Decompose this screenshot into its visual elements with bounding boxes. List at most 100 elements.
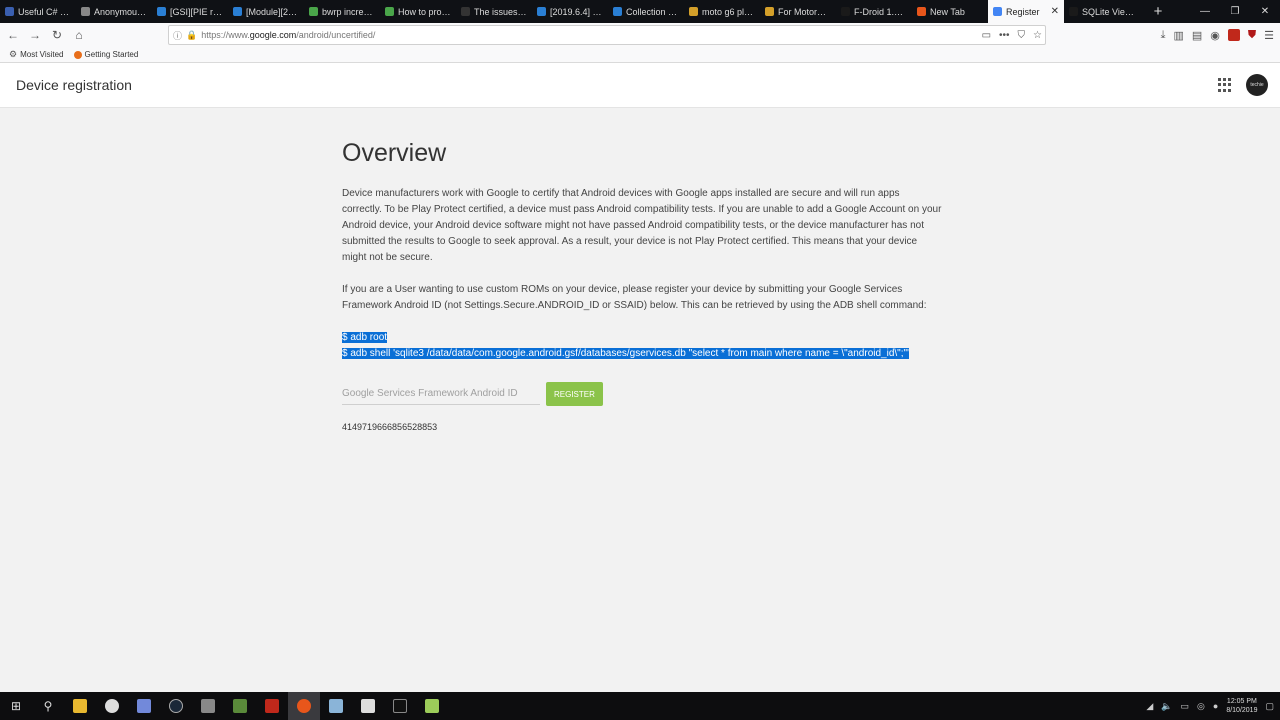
tab-favicon-icon <box>613 7 622 16</box>
tab-favicon-icon <box>689 7 698 16</box>
toolbar-right: ⤓ ▥ ▤ ◉ ⛊ ☰ <box>1161 25 1274 45</box>
main-content: Overview Device manufacturers work with … <box>342 139 942 432</box>
intro-paragraph: Device manufacturers work with Google to… <box>342 188 942 263</box>
browser-tab[interactable]: [GSI][PIE r44] <box>152 0 228 23</box>
tab-close-icon[interactable]: ✕ <box>1051 6 1059 17</box>
tab-favicon-icon <box>765 7 774 16</box>
tab-label: [Module][2019 <box>246 6 299 17</box>
browser-tab[interactable]: bwrp increase <box>304 0 380 23</box>
tab-favicon-icon <box>309 7 318 16</box>
clock[interactable]: 12:05 PM 8/10/2019 <box>1226 697 1257 715</box>
browser-tab[interactable]: The issues are <box>456 0 532 23</box>
ublock-icon[interactable]: ⛊ <box>1248 29 1256 42</box>
tab-favicon-icon <box>917 7 926 16</box>
tab-favicon-icon <box>841 7 850 16</box>
minecraft-icon[interactable] <box>224 692 256 720</box>
filezilla-icon[interactable] <box>256 692 288 720</box>
terminal-icon[interactable] <box>384 692 416 720</box>
start-windows-icon[interactable]: ⊞ <box>0 692 32 720</box>
tab-favicon-icon <box>385 7 394 16</box>
browser-tab[interactable]: Anonymous Fi <box>76 0 152 23</box>
tab-strip: Useful C# to IL2CPP Anonymous Fi [GSI][PIE… <box>0 0 1280 23</box>
tab-label: Anonymous Fi <box>94 6 147 17</box>
network-icon[interactable]: ◢ <box>1146 701 1153 712</box>
reload-icon[interactable]: ↻ <box>46 24 68 46</box>
back-icon[interactable]: ← <box>2 24 24 46</box>
registration-form: REGISTER <box>342 382 942 406</box>
bookmark-most-visited[interactable]: ⚙ Most Visited <box>9 49 64 60</box>
browser-tab[interactable]: New Tab <box>912 0 988 23</box>
firefox-icon <box>73 50 82 59</box>
extension-icon[interactable] <box>1227 29 1240 41</box>
page-actions-icon[interactable]: ••• <box>999 30 1010 41</box>
tab-favicon-icon <box>157 7 166 16</box>
info-icon[interactable]: ⓘ <box>173 29 182 42</box>
apps-grid-icon[interactable] <box>1218 78 1232 92</box>
download-icon[interactable]: ⤓ <box>1161 29 1166 42</box>
volume-icon[interactable]: 🔈 <box>1161 701 1172 712</box>
browser-tab[interactable]: moto g6 play c <box>684 0 760 23</box>
window-controls: — ❐ ✕ <box>1190 0 1280 23</box>
browser-tab[interactable]: Register ✕ <box>988 0 1064 23</box>
notifications-icon[interactable]: ▢ <box>1265 701 1274 712</box>
windows-taskbar: ⊞ ⚲ ◢ 🔈 ▭ ◎ ● 12:05 PM 8/10/2019 ▢ <box>0 692 1280 720</box>
restore-icon[interactable]: ❐ <box>1220 0 1250 23</box>
page-title: Device registration <box>16 77 132 93</box>
tab-label: Collection of M <box>626 6 679 17</box>
address-bar[interactable]: ⓘ 🔒 https://www.google.com/android/uncer… <box>168 25 1046 45</box>
tab-favicon-icon <box>233 7 242 16</box>
tab-label: F-Droid 1.7.1 C <box>854 6 907 17</box>
minimize-icon[interactable]: — <box>1190 0 1220 23</box>
forward-icon[interactable]: → <box>24 24 46 46</box>
tab-label: [2019.6.4] Ma <box>550 6 603 17</box>
bookmark-getting-started[interactable]: Getting Started <box>73 50 138 59</box>
url-actions: ▭ ••• ⛉ ☆ <box>982 25 1042 45</box>
browser-tab[interactable]: For Motorola M <box>760 0 836 23</box>
reader-view-icon[interactable]: ▭ <box>982 30 991 41</box>
avatar[interactable]: techie <box>1246 74 1268 96</box>
bookmark-star-icon[interactable]: ☆ <box>1033 30 1042 41</box>
tab-label: Useful C# to IL2CPP <box>18 6 71 17</box>
close-window-icon[interactable]: ✕ <box>1250 0 1280 23</box>
notepad-icon[interactable] <box>416 692 448 720</box>
tray-app-icon[interactable]: ● <box>1213 701 1218 711</box>
tab-label: For Motorola M <box>778 6 831 17</box>
app-window-icon[interactable] <box>192 692 224 720</box>
steam-icon[interactable] <box>160 692 192 720</box>
browser-tab[interactable]: How to proper <box>380 0 456 23</box>
account-icon[interactable]: ◉ <box>1210 29 1220 42</box>
excel-icon[interactable] <box>352 692 384 720</box>
obs-icon[interactable] <box>96 692 128 720</box>
register-button[interactable]: REGISTER <box>546 382 603 406</box>
tab-label: How to proper <box>398 6 451 17</box>
browser-tab[interactable]: Collection of M <box>608 0 684 23</box>
steam-tray-icon[interactable]: ◎ <box>1197 701 1205 712</box>
firefox-taskbar-icon[interactable] <box>288 692 320 720</box>
library-icon[interactable]: ▥ <box>1173 29 1183 42</box>
discord-icon[interactable] <box>128 692 160 720</box>
new-tab-button[interactable]: + <box>1146 0 1170 23</box>
tool-icon[interactable] <box>320 692 352 720</box>
pocket-icon[interactable]: ⛉ <box>1018 30 1026 41</box>
browser-tab[interactable]: Useful C# to IL2CPP <box>0 0 76 23</box>
web-page: Device registration techie Overview Devi… <box>0 63 1280 692</box>
browser-tab[interactable]: F-Droid 1.7.1 C <box>836 0 912 23</box>
command-line-2: $ adb shell 'sqlite3 /data/data/com.goog… <box>342 348 909 359</box>
sidebar-icon[interactable]: ▤ <box>1192 29 1202 42</box>
registered-android-id: 4149719666856528853 <box>342 422 438 432</box>
browser-tab[interactable]: [2019.6.4] Ma <box>532 0 608 23</box>
home-icon[interactable]: ⌂ <box>68 24 90 46</box>
tab-label: Register <box>1006 6 1040 17</box>
file-explorer-icon[interactable] <box>64 692 96 720</box>
tab-favicon-icon <box>537 7 546 16</box>
command-line-1: $ adb root <box>342 332 388 343</box>
browser-tab[interactable]: SQLite Viewer <box>1064 0 1140 23</box>
menu-icon[interactable]: ☰ <box>1264 29 1274 42</box>
android-id-input[interactable] <box>342 383 540 405</box>
tab-list: Useful C# to IL2CPP Anonymous Fi [GSI][PIE… <box>0 0 1140 23</box>
tab-label: [GSI][PIE r44] <box>170 6 223 17</box>
browser-tab[interactable]: [Module][2019 <box>228 0 304 23</box>
navigation-bar: ← → ↻ ⌂ ⓘ 🔒 https://www.google.com/andro… <box>0 23 1280 47</box>
search-icon[interactable]: ⚲ <box>32 692 64 720</box>
battery-icon[interactable]: ▭ <box>1181 701 1190 712</box>
